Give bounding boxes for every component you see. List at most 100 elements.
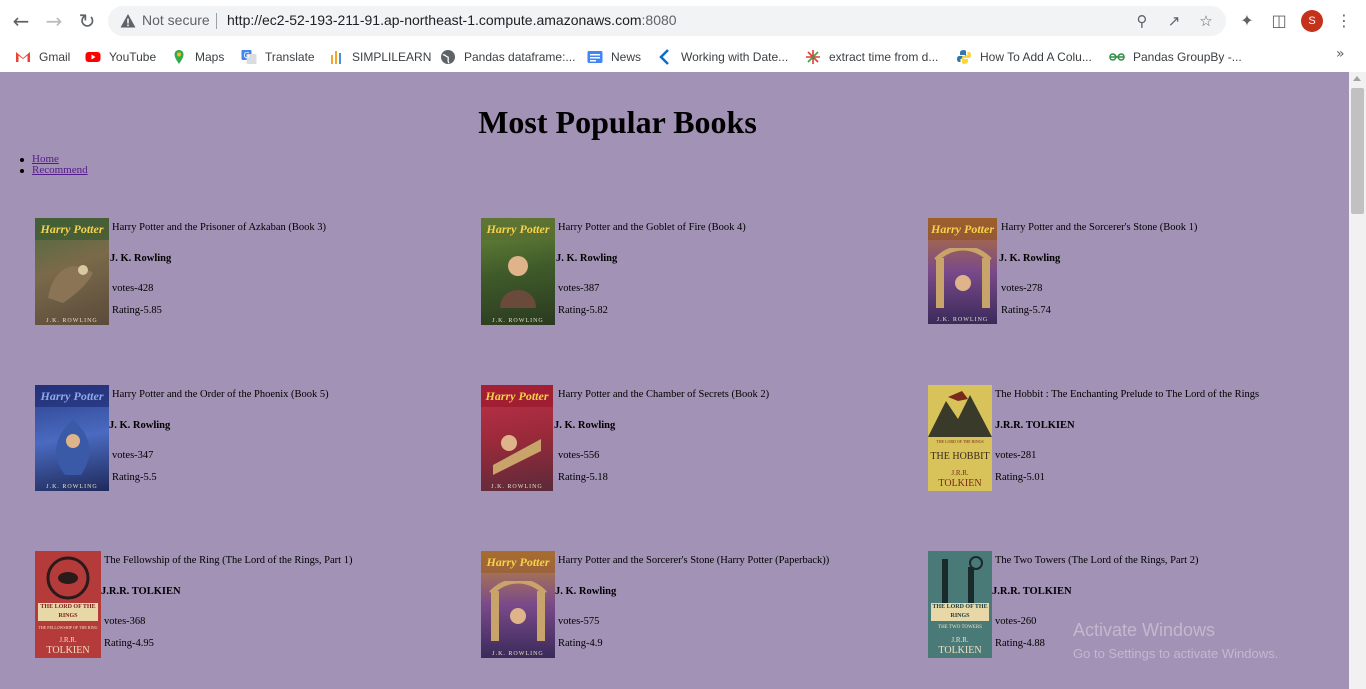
bookmarks-bar: Gmail YouTube Maps G Translate SIMPLILEA… bbox=[0, 42, 1366, 73]
book-author: J.R.R. TOLKIEN bbox=[101, 586, 181, 597]
bookmark-how-to-add-column[interactable]: How To Add A Colu... bbox=[956, 46, 1092, 68]
book-rating: Rating-5.74 bbox=[1001, 305, 1051, 316]
book-card: THE LORD OF THE RINGS THE TWO TOWERS J.R… bbox=[928, 551, 1348, 661]
book-cover[interactable]: THE LORD OF THE RINGS THE FELLOWSHIP OF … bbox=[35, 551, 101, 658]
phoenix-illustration-icon bbox=[56, 420, 90, 475]
book-votes: votes-556 bbox=[558, 450, 600, 461]
nav-list: Home Recommend bbox=[20, 154, 88, 176]
scroll-up-arrow-icon[interactable] bbox=[1353, 76, 1361, 81]
bookmark-maps[interactable]: Maps bbox=[171, 46, 224, 68]
python-icon bbox=[957, 50, 971, 64]
browser-toolbar: ← → ↻ Not secure http://ec2-52-193-211-9… bbox=[0, 0, 1366, 42]
book-card: Harry Potter J.K. ROWLING Harry Potter a… bbox=[481, 385, 901, 495]
bookmark-working-with-date[interactable]: Working with Date... bbox=[657, 46, 788, 68]
book-author: J. K. Rowling bbox=[109, 420, 171, 431]
cover-title-band: Harry Potter bbox=[928, 218, 997, 240]
book-card: Harry Potter J.K. ROWLING Harry Potter a… bbox=[928, 218, 1348, 328]
eye-ring-illustration-icon bbox=[46, 556, 90, 600]
book-author: J. K. Rowling bbox=[110, 253, 172, 264]
book-votes: votes-575 bbox=[558, 616, 600, 627]
cover-author-initials: J.R.R. bbox=[951, 636, 969, 644]
bookmark-extract-time[interactable]: extract time from d... bbox=[805, 46, 938, 68]
book-rating: Rating-5.01 bbox=[995, 472, 1045, 483]
book-rating: Rating-5.5 bbox=[112, 472, 157, 483]
cover-title-band: Harry Potter bbox=[481, 551, 555, 573]
book-title: Harry Potter and the Chamber of Secrets … bbox=[558, 389, 770, 400]
cover-title: Harry Potter bbox=[40, 389, 104, 403]
cover-title: THE HOBBIT bbox=[930, 451, 990, 462]
share-icon[interactable]: ↗ bbox=[1164, 11, 1184, 31]
book-rating: Rating-5.18 bbox=[558, 472, 608, 483]
book-cover[interactable]: Harry Potter J.K. ROWLING bbox=[481, 218, 555, 325]
book-cover[interactable]: THE LORD OF THE RINGS THE TWO TOWERS J.R… bbox=[928, 551, 992, 658]
reload-icon[interactable]: ↻ bbox=[75, 9, 99, 33]
bookmark-gmail[interactable]: Gmail bbox=[15, 46, 70, 68]
bookmark-youtube[interactable]: YouTube bbox=[85, 46, 156, 68]
towers-illustration-icon bbox=[942, 556, 983, 603]
profile-avatar[interactable]: S bbox=[1301, 10, 1323, 32]
cover-subtitle: THE LORD OF THE RINGS bbox=[936, 439, 984, 444]
svg-text:G: G bbox=[244, 51, 250, 60]
star-icon[interactable]: ☆ bbox=[1196, 11, 1216, 31]
url-port: :8080 bbox=[641, 12, 677, 28]
cover-title: Harry Potter bbox=[40, 222, 104, 236]
bookmark-k-icon bbox=[659, 49, 669, 65]
bookmark-label: How To Add A Colu... bbox=[980, 50, 1092, 64]
bookmark-simplilearn[interactable]: SIMPLILEARN bbox=[328, 46, 431, 68]
gmail-icon bbox=[16, 52, 30, 62]
url-text[interactable]: http://ec2-52-193-211-91.ap-northeast-1.… bbox=[227, 12, 677, 28]
maps-icon bbox=[174, 50, 184, 64]
cover-author: TOLKIEN bbox=[938, 645, 982, 656]
book-card: Harry Potter J.K. ROWLING Harry Potter a… bbox=[35, 385, 455, 495]
book-author: J. K. Rowling bbox=[556, 253, 618, 264]
book-cover[interactable]: Harry Potter J.K. ROWLING bbox=[35, 385, 109, 491]
menu-kebab-icon[interactable]: ⋮ bbox=[1333, 10, 1355, 32]
book-title: The Hobbit : The Enchanting Prelude to T… bbox=[995, 389, 1260, 400]
url-host: http://ec2-52-193-211-91.ap-northeast-1.… bbox=[227, 12, 642, 28]
bookmark-news[interactable]: News bbox=[587, 46, 641, 68]
extensions-icon[interactable]: ✦ bbox=[1236, 10, 1258, 32]
side-panel-icon[interactable]: ◫ bbox=[1268, 10, 1290, 32]
book-rating: Rating-4.9 bbox=[558, 638, 603, 649]
bookmark-pandas-dataframe[interactable]: Pandas dataframe:... bbox=[440, 46, 575, 68]
book-cover[interactable]: Harry Potter J.K. ROWLING bbox=[35, 218, 109, 325]
cover-author: J.K. ROWLING bbox=[492, 318, 544, 324]
back-icon[interactable]: ← bbox=[9, 9, 33, 33]
bookmark-label: Gmail bbox=[39, 50, 71, 64]
book-votes: votes-281 bbox=[995, 450, 1037, 461]
geeks-icon bbox=[1109, 53, 1125, 61]
book-cover[interactable]: Harry Potter J.K. ROWLING bbox=[481, 551, 555, 658]
book-cover[interactable]: Harry Potter J.K. ROWLING bbox=[928, 218, 997, 324]
book-title: Harry Potter and the Sorcerer's Stone (B… bbox=[1001, 222, 1198, 233]
bookmark-label: Maps bbox=[195, 50, 225, 64]
address-bar[interactable]: Not secure http://ec2-52-193-211-91.ap-n… bbox=[108, 6, 1226, 36]
zoom-icon[interactable]: ⚲ bbox=[1132, 11, 1152, 31]
book-votes: votes-278 bbox=[1001, 283, 1043, 294]
bookmark-label: YouTube bbox=[109, 50, 157, 64]
page-scrollbar[interactable] bbox=[1349, 72, 1366, 689]
warning-icon[interactable] bbox=[120, 13, 136, 29]
bookmarks-overflow-icon[interactable]: » bbox=[1336, 46, 1345, 62]
bookmark-label: News bbox=[611, 50, 642, 64]
not-secure-label[interactable]: Not secure bbox=[142, 12, 210, 28]
bookmark-label: Pandas dataframe:... bbox=[464, 50, 576, 64]
scrollbar-thumb[interactable] bbox=[1351, 88, 1364, 214]
car-illustration-icon bbox=[493, 435, 541, 475]
book-cover[interactable]: THE LORD OF THE RINGS THE HOBBIT J.R.R. … bbox=[928, 385, 992, 491]
cover-title: Harry Potter bbox=[486, 222, 550, 236]
nav-item: Recommend bbox=[20, 165, 88, 176]
cover-part: THE TWO TOWERS bbox=[938, 625, 982, 630]
bookmark-label: Pandas GroupBy -... bbox=[1133, 50, 1242, 64]
cover-author: TOLKIEN bbox=[46, 645, 90, 656]
cover-title-band: Harry Potter bbox=[481, 385, 553, 407]
book-title: The Fellowship of the Ring (The Lord of … bbox=[104, 555, 353, 566]
cover-title-band: Harry Potter bbox=[481, 218, 555, 240]
bookmark-translate[interactable]: G Translate bbox=[241, 46, 315, 68]
forward-icon[interactable]: → bbox=[42, 9, 66, 33]
book-card: Harry Potter J.K. ROWLING Harry Potter a… bbox=[35, 218, 455, 328]
hippogriff-illustration-icon bbox=[48, 265, 93, 303]
book-cover[interactable]: Harry Potter J.K. ROWLING bbox=[481, 385, 553, 491]
recommend-link[interactable]: Recommend bbox=[32, 164, 88, 176]
book-title: Harry Potter and the Sorcerer's Stone (H… bbox=[558, 555, 830, 566]
bookmark-pandas-groupby[interactable]: Pandas GroupBy -... bbox=[1109, 46, 1242, 68]
